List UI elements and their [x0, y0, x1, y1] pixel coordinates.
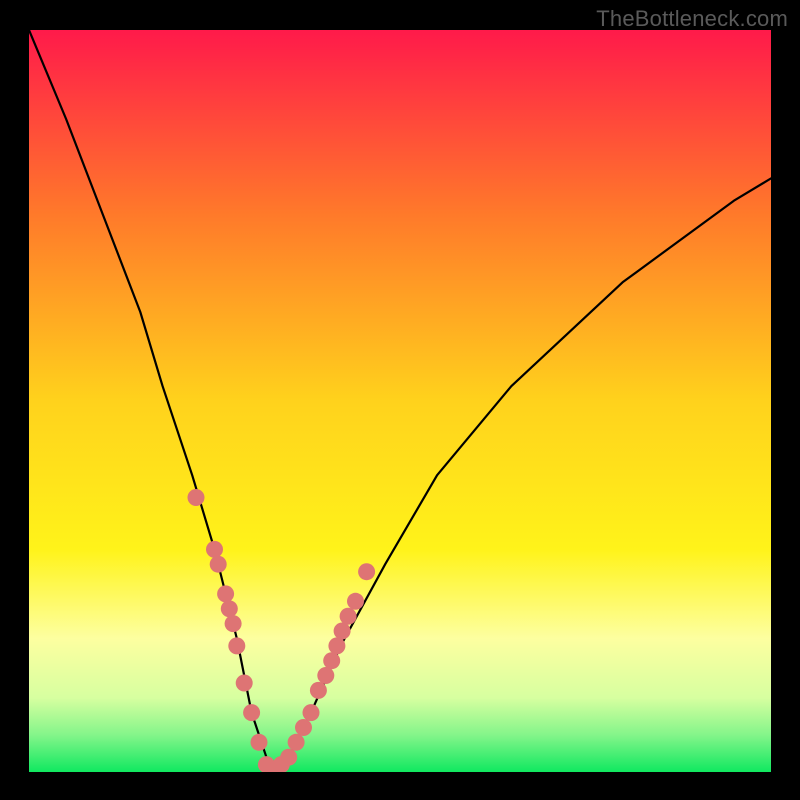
marker-point: [288, 734, 305, 751]
marker-point: [310, 682, 327, 699]
marker-point: [210, 556, 227, 573]
marker-point: [317, 667, 334, 684]
watermark-label: TheBottleneck.com: [596, 6, 788, 32]
marker-point: [206, 541, 223, 558]
curve-layer: [29, 30, 771, 772]
marker-points: [188, 489, 376, 772]
marker-point: [328, 637, 345, 654]
marker-point: [347, 593, 364, 610]
marker-point: [358, 563, 375, 580]
marker-point: [280, 749, 297, 766]
marker-point: [251, 734, 268, 751]
marker-point: [334, 623, 351, 640]
marker-point: [225, 615, 242, 632]
marker-point: [221, 600, 238, 617]
bottleneck-curve: [29, 30, 771, 772]
marker-point: [228, 637, 245, 654]
marker-point: [340, 608, 357, 625]
marker-point: [323, 652, 340, 669]
marker-point: [243, 704, 260, 721]
marker-point: [236, 675, 253, 692]
plot-area: [29, 30, 771, 772]
marker-point: [217, 585, 234, 602]
marker-point: [188, 489, 205, 506]
chart-canvas: TheBottleneck.com: [0, 0, 800, 800]
marker-point: [303, 704, 320, 721]
marker-point: [295, 719, 312, 736]
